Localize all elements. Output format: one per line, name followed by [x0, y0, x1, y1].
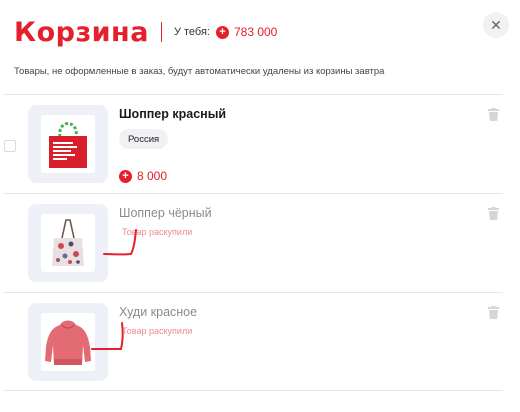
- cart-item: Шоппер чёрный Товар раскупили: [0, 194, 520, 292]
- close-icon: ✕: [490, 16, 502, 33]
- item-name[interactable]: Шоппер чёрный: [119, 206, 212, 220]
- delete-button[interactable]: [488, 207, 499, 225]
- coin-icon: +: [215, 25, 229, 39]
- product-image: [41, 313, 95, 371]
- black-shopper-image: [52, 219, 84, 266]
- balance-label: У тебя:: [173, 26, 210, 38]
- cart-item: Худи красное Товар раскупили: [0, 293, 520, 391]
- trash-icon: [488, 207, 499, 220]
- product-image: [41, 115, 95, 173]
- item-checkbox[interactable]: [4, 140, 16, 152]
- product-thumbnail[interactable]: [28, 105, 108, 183]
- soldout-status: Товар раскупили: [122, 326, 193, 336]
- product-thumbnail[interactable]: [28, 204, 108, 282]
- price-value: 8 000: [137, 169, 168, 183]
- item-name[interactable]: Шоппер красный: [119, 107, 226, 121]
- cart-item: Шоппер красный Россия + 8 000: [0, 95, 520, 193]
- annotation-scribble: [91, 322, 124, 350]
- close-button[interactable]: ✕: [483, 12, 509, 38]
- red-shopper-image: [49, 122, 87, 168]
- item-tag: Россия: [119, 129, 169, 149]
- annotation-scribble: [103, 229, 137, 256]
- trash-icon: [488, 108, 499, 121]
- delete-button[interactable]: [488, 306, 499, 324]
- item-price: + 8 000: [119, 169, 167, 183]
- trash-icon: [488, 306, 499, 319]
- title-divider: [160, 22, 162, 42]
- page-title: Корзина: [14, 16, 149, 48]
- divider: [3, 390, 503, 391]
- delete-button[interactable]: [488, 108, 499, 126]
- balance-value: 783 000: [233, 25, 278, 39]
- cart-notice: Товары, не оформленные в заказ, будут ав…: [14, 66, 385, 77]
- item-name[interactable]: Худи красное: [119, 305, 197, 319]
- red-hoodie-image: [45, 320, 91, 365]
- coin-icon: +: [119, 169, 132, 183]
- product-image: [41, 214, 95, 272]
- cart-header: Корзина У тебя: + 783 000: [14, 10, 277, 54]
